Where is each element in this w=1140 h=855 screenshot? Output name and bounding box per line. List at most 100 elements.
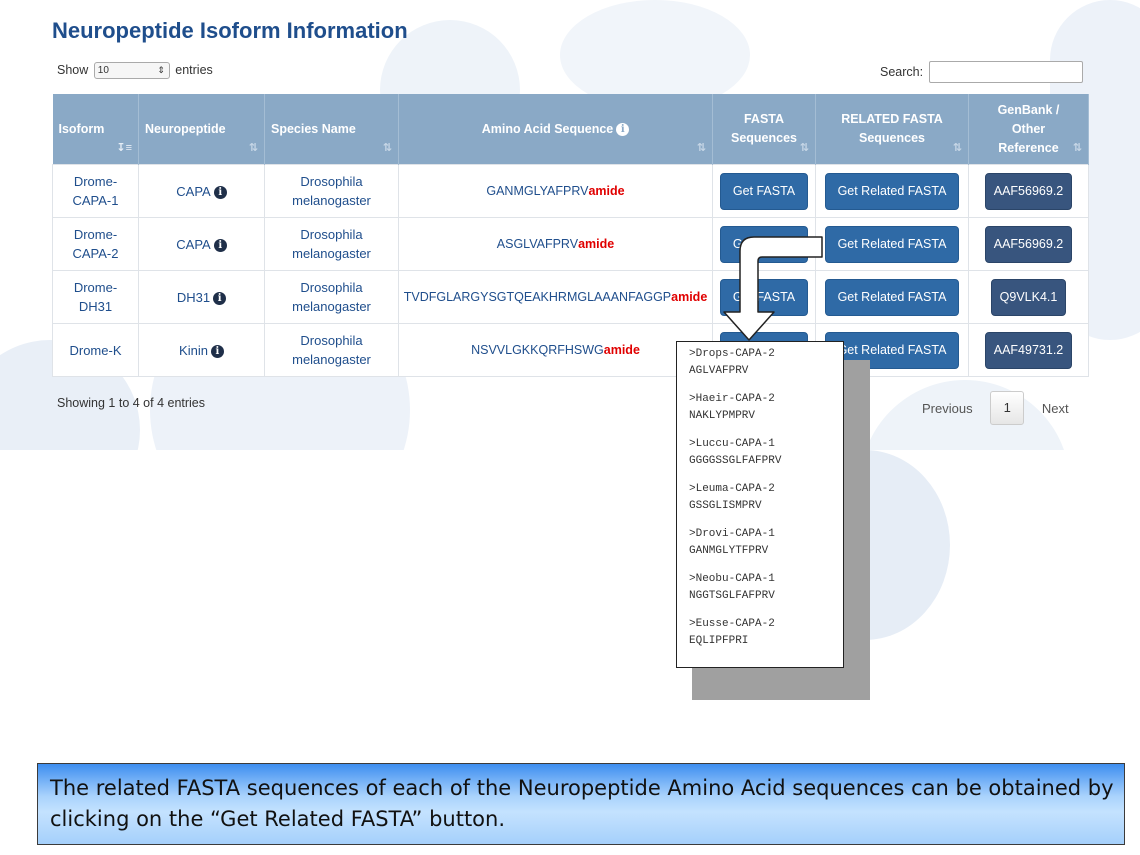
column-header-label: RELATED FASTA	[841, 112, 943, 126]
fasta-entry: >Drovi-CAPA-1 GANMGLYTFPRV	[689, 526, 843, 560]
species-cell: Drosophila melanogaster	[264, 270, 399, 324]
sequence-cell: ASGLVAFPRVamide	[398, 217, 713, 271]
column-header-genbank-reference[interactable]: GenBank / Other Reference ⇅	[968, 94, 1089, 165]
curved-arrow-callout-icon	[723, 236, 823, 341]
column-header-neuropeptide[interactable]: Neuropeptide ⇅	[138, 94, 265, 165]
table-row: Drome- DH31 DH31 i Drosophila melanogaster TVD…	[52, 270, 1089, 324]
sort-icon: ⇅	[1072, 142, 1082, 154]
column-header-isoform[interactable]: Isoform ↧≡	[52, 94, 139, 165]
species-name: Drosophila	[300, 227, 363, 242]
species-name: melanogaster	[292, 352, 371, 367]
length-suffix-label: entries	[175, 62, 213, 77]
fasta-header: >Leuma-CAPA-2	[689, 483, 775, 495]
fasta-entry: >Neobu-CAPA-1 NGGTSGLFAFPRV	[689, 571, 843, 605]
page-button-current[interactable]: 1	[990, 391, 1025, 425]
fasta-sequence: GANMGLYTFPRV	[689, 545, 769, 557]
neuropeptide-name: CAPA	[176, 183, 211, 199]
column-header-label: Isoform	[58, 121, 105, 136]
get-related-fasta-button[interactable]: Get Related FASTA	[824, 225, 960, 263]
neuropeptide-name: DH31	[176, 289, 211, 305]
sequence-cell: TVDFGLARGYSGTQEAKHRMGLAAANFAGGPamide	[398, 270, 713, 324]
sort-icon: ⇅	[382, 142, 392, 154]
genbank-reference-button[interactable]: AAF49731.2	[984, 331, 1073, 369]
isoform-cell: Drome- CAPA-2	[52, 217, 139, 271]
column-header-label: Sequences	[730, 131, 797, 145]
fasta-sequence: EQLIPFPRI	[689, 635, 749, 647]
column-header-label: Amino Acid Sequence	[481, 121, 614, 136]
fasta-header: >Haeir-CAPA-2	[689, 393, 775, 405]
info-icon[interactable]: i	[213, 185, 227, 199]
genbank-reference-button[interactable]: Q9VLK4.1	[990, 278, 1067, 316]
fasta-entry: >Luccu-CAPA-1 GGGGSSGLFAFPRV	[689, 436, 843, 470]
isoform-name: Drome-	[73, 174, 118, 189]
info-icon[interactable]: i	[213, 238, 227, 252]
search-label: Search:	[880, 65, 924, 79]
amide-modification: amide	[588, 183, 625, 198]
get-related-fasta-button[interactable]: Get Related FASTA	[824, 172, 960, 210]
get-fasta-button[interactable]: Get FASTA	[719, 172, 809, 210]
isoform-name: CAPA-1	[72, 193, 119, 208]
next-page-button[interactable]: Next	[1042, 401, 1069, 416]
fasta-header: >Luccu-CAPA-1	[689, 438, 775, 450]
amino-acid-sequence: GANMGLYAFPRV	[486, 183, 589, 198]
neuropeptide-cell: Kinin i	[138, 323, 265, 377]
fasta-sequence: AGLVAFPRV	[689, 365, 749, 377]
related-fasta-popup: >Drops-CAPA-2 AGLVAFPRV >Haeir-CAPA-2 NAKLY…	[676, 341, 844, 668]
fasta-entry: >Leuma-CAPA-2 GSSGLISMPRV	[689, 481, 843, 515]
sort-icon: ↧≡	[116, 142, 132, 154]
column-header-fasta-sequences[interactable]: FASTA Sequences ⇅	[712, 94, 816, 165]
fasta-header: >Eusse-CAPA-2	[689, 618, 775, 630]
table-info-text: Showing 1 to 4 of 4 entries	[57, 396, 206, 410]
column-header-label: GenBank /	[997, 102, 1060, 117]
related-fasta-cell: Get Related FASTA	[815, 270, 969, 324]
column-header-label: Reference	[998, 140, 1059, 155]
info-icon[interactable]: i	[616, 122, 630, 136]
column-header-species-name[interactable]: Species Name ⇅	[264, 94, 399, 165]
isoform-name: Drome-K	[69, 342, 122, 358]
reference-cell: Q9VLK4.1	[968, 270, 1089, 324]
fasta-entry: >Haeir-CAPA-2 NAKLYPMPRV	[689, 391, 843, 425]
isoform-name: DH31	[78, 299, 113, 314]
species-cell: Drosophila melanogaster	[264, 323, 399, 377]
entries-length-control: Show 10 ⇕ entries	[57, 62, 213, 79]
sequence-cell: GANMGLYAFPRVamide	[398, 164, 713, 218]
amide-modification: amide	[603, 342, 640, 357]
previous-page-button[interactable]: Previous	[922, 401, 973, 416]
neuropeptide-name: CAPA	[176, 236, 211, 252]
fasta-header: >Drovi-CAPA-1	[689, 528, 775, 540]
isoform-table: Isoform ↧≡ Neuropeptide ⇅ Species Name ⇅ Amino…	[52, 94, 1089, 377]
column-header-label: Neuropeptide	[145, 121, 226, 136]
fasta-entry: >Drops-CAPA-2 AGLVAFPRV	[689, 346, 843, 380]
column-header-amino-acid-sequence[interactable]: Amino Acid Sequence i ⇅	[398, 94, 713, 165]
species-cell: Drosophila melanogaster	[264, 164, 399, 218]
column-header-label: Other	[1011, 121, 1046, 136]
neuropeptide-cell: CAPA i	[138, 217, 265, 271]
species-name: Drosophila	[300, 280, 363, 295]
length-prefix-label: Show	[57, 62, 89, 77]
fasta-cell: Get FASTA	[712, 164, 816, 218]
table-row: Drome- CAPA-2 CAPA i Drosophila melanogaster A…	[52, 217, 1089, 271]
species-name: melanogaster	[292, 246, 371, 261]
info-icon[interactable]: i	[213, 291, 227, 305]
sort-icon: ⇅	[799, 142, 809, 154]
species-name: melanogaster	[292, 299, 371, 314]
related-fasta-cell: Get Related FASTA	[815, 217, 969, 271]
fasta-sequence: NAKLYPMPRV	[689, 410, 756, 422]
column-header-related-fasta-sequences[interactable]: RELATED FASTA Sequences ⇅	[815, 94, 969, 165]
species-cell: Drosophila melanogaster	[264, 217, 399, 271]
info-icon[interactable]: i	[210, 344, 224, 358]
search-control: Search:	[880, 61, 1083, 83]
entries-length-value: 10	[97, 65, 109, 76]
genbank-reference-button[interactable]: AAF56969.2	[984, 225, 1073, 263]
table-row: Drome-K Kinin i Drosophila melanogaster NSVVL…	[52, 323, 1089, 377]
genbank-reference-button[interactable]: AAF56969.2	[984, 172, 1073, 210]
entries-length-select[interactable]: 10 ⇕	[93, 62, 170, 79]
get-related-fasta-button[interactable]: Get Related FASTA	[824, 278, 960, 316]
search-input[interactable]	[928, 61, 1083, 83]
neuropeptide-cell: DH31 i	[138, 270, 265, 324]
page-title: Neuropeptide Isoform Information	[52, 18, 408, 43]
amino-acid-sequence: NSVVLGKKQRFHSWG	[471, 342, 604, 357]
table-row: Drome- CAPA-1 CAPA i Drosophila melanogaster G…	[52, 164, 1089, 218]
isoform-cell: Drome- CAPA-1	[52, 164, 139, 218]
caption-box: The related FASTA sequences of each of t…	[37, 763, 1125, 845]
